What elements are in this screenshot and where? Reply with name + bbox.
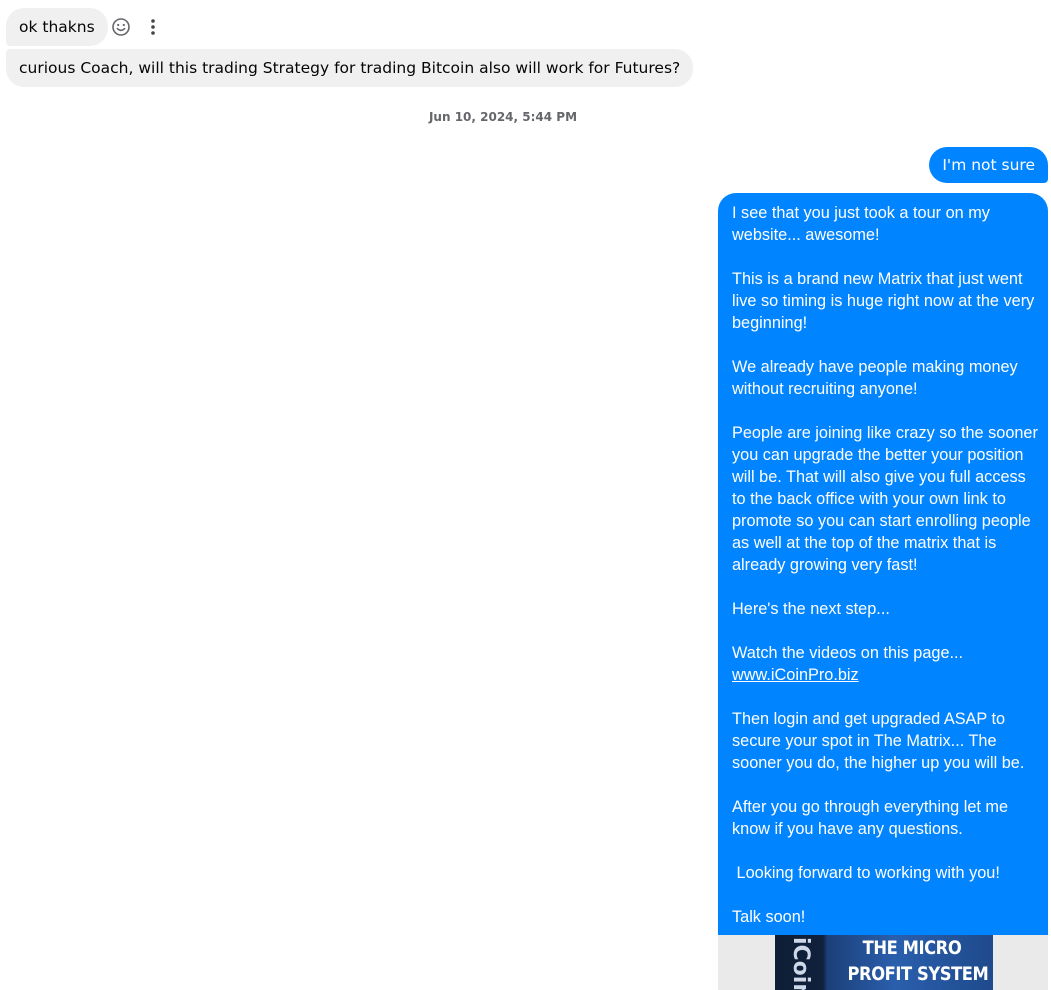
product-title-line: THE MICRO <box>862 937 962 959</box>
message-paragraph: We already have people making money with… <box>732 358 1018 398</box>
product-title-line: PROFIT SYSTEM <box>847 963 989 985</box>
outgoing-message-bubble[interactable]: I see that you just took a tour on my we… <box>718 193 1048 990</box>
message-line: Watch the videos on this page... <box>732 644 964 662</box>
message-text: ok thakns <box>19 18 95 36</box>
smiley-icon[interactable] <box>111 16 131 38</box>
message-actions <box>111 16 163 38</box>
product-box-image: iCoin THE MICRO PROFIT SYSTEM <box>775 935 993 990</box>
outgoing-message-bubble[interactable]: I'm not sure <box>929 147 1048 183</box>
message-paragraph: After you go through everything let me k… <box>732 798 1009 838</box>
message-body: I see that you just took a tour on my we… <box>718 193 1048 928</box>
more-vertical-icon[interactable] <box>143 16 163 38</box>
chat-thread: ok thakns curious Coach, will this tradi… <box>0 0 1051 990</box>
image-attachment[interactable]: iCoin THE MICRO PROFIT SYSTEM <box>718 935 1048 990</box>
message-paragraph: Then login and get upgraded ASAP to secu… <box>732 710 1025 772</box>
message-text: curious Coach, will this trading Strateg… <box>19 59 681 77</box>
message-paragraph: Looking forward to working with you! <box>732 864 1000 882</box>
message-paragraph-with-link: Watch the videos on this page... www.iCoi… <box>732 642 1042 686</box>
product-title: THE MICRO PROFIT SYSTEM <box>847 935 989 987</box>
message-paragraph: Talk soon! <box>732 908 806 926</box>
website-link[interactable]: www.iCoinPro.biz <box>732 666 859 684</box>
message-paragraph: This is a brand new Matrix that just wen… <box>732 270 1035 332</box>
product-spine-text: iCoin <box>788 937 813 990</box>
message-paragraph: I see that you just took a tour on my we… <box>732 204 990 244</box>
message-text: I'm not sure <box>942 156 1035 174</box>
message-paragraph: Here's the next step... <box>732 600 890 618</box>
incoming-message-bubble[interactable]: ok thakns <box>6 8 108 46</box>
incoming-message-bubble[interactable]: curious Coach, will this trading Strateg… <box>6 49 694 87</box>
message-paragraph: People are joining like crazy so the soo… <box>732 424 1038 574</box>
message-timestamp: Jun 10, 2024, 5:44 PM <box>428 110 578 124</box>
